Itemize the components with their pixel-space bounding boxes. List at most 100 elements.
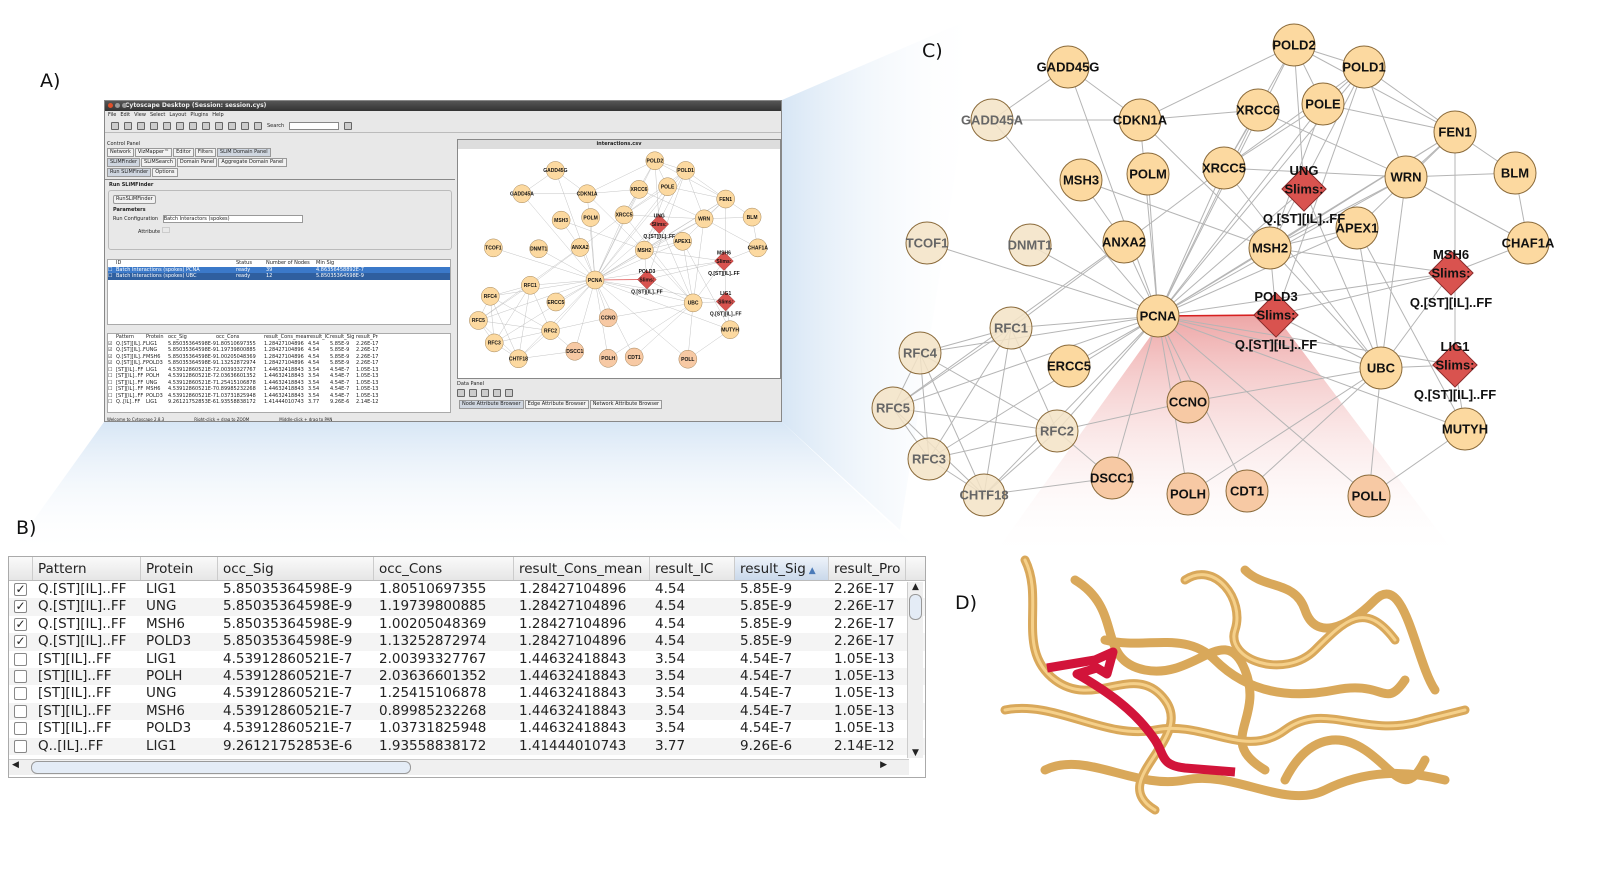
node-rfc3[interactable]: RFC3 <box>485 333 504 353</box>
node-pold2[interactable]: POLD2 <box>1272 23 1316 67</box>
edge-pcna-msh6[interactable] <box>594 260 724 281</box>
node-ercc5[interactable]: ERCC5 <box>546 292 566 312</box>
node-rfc1[interactable]: RFC1 <box>989 306 1033 350</box>
edge-pcna-rfc1[interactable] <box>1010 315 1159 329</box>
node-mutyh[interactable]: MUTYH <box>720 320 739 339</box>
edge-ubc-ccno[interactable] <box>608 302 694 319</box>
node-pole[interactable]: POLE <box>1301 82 1345 126</box>
edge-pcna-gadd45a[interactable] <box>521 193 596 281</box>
edge-apex1-ubc[interactable] <box>682 241 694 303</box>
node-fen1[interactable]: FEN1 <box>716 189 735 209</box>
node-pole[interactable]: POLE <box>658 177 677 196</box>
edge-pcna-polm[interactable] <box>590 217 596 281</box>
node-gadd45a[interactable]: GADD45A <box>961 98 1024 142</box>
node-rfc2[interactable]: RFC2 <box>541 321 560 340</box>
node-rfc5[interactable]: RFC5 <box>469 311 488 330</box>
node-poll[interactable]: POLL <box>1347 474 1391 518</box>
node-dscc1[interactable]: DSCC1 <box>565 342 584 361</box>
node-xrcc6[interactable]: XRCC6 <box>629 180 649 199</box>
node-wrn[interactable]: WRN <box>694 209 714 229</box>
node-ubc[interactable]: UBC <box>683 293 703 313</box>
edge-rfc1-chtf18[interactable] <box>983 327 1012 496</box>
node-ccno[interactable]: CCNO <box>599 308 618 328</box>
node-wrn[interactable]: WRN <box>1384 155 1428 199</box>
edge-pcna-rfc4[interactable] <box>919 315 1159 354</box>
node-xrcc5[interactable]: XRCC5 <box>614 205 634 225</box>
node-rfc3[interactable]: RFC3 <box>907 437 951 481</box>
slim-node-name: POLD3 <box>1254 289 1297 304</box>
node-cdkn1a[interactable]: CDKN1A <box>577 184 598 203</box>
edge-pcna-xrcc5[interactable] <box>594 214 625 281</box>
node-cdt1[interactable]: CDT1 <box>1225 469 1269 513</box>
edge-pcna-xrcc5[interactable] <box>1157 167 1225 317</box>
node-rfc1[interactable]: RFC1 <box>521 276 540 295</box>
node-tcof1[interactable]: TCOF1 <box>484 238 503 258</box>
node-chaf1a[interactable]: CHAF1A <box>748 238 769 258</box>
node-msh3[interactable]: MSH3 <box>1059 158 1103 202</box>
slim-node-lig1[interactable]: LIG1 Slims: Q.[ST][IL]..FF <box>1414 339 1496 402</box>
node-apex1[interactable]: APEX1 <box>673 232 692 251</box>
edge-rfc1-rfc3[interactable] <box>494 285 531 344</box>
node-xrcc6[interactable]: XRCC6 <box>1236 88 1280 132</box>
node-label: POLE <box>661 184 675 190</box>
node-pold2[interactable]: POLD2 <box>645 151 665 170</box>
node-ercc5[interactable]: ERCC5 <box>1047 344 1091 388</box>
node-blm[interactable]: BLM <box>1493 151 1537 195</box>
node-dnmt1[interactable]: DNMT1 <box>529 239 548 258</box>
slim-node-msh6[interactable]: MSH6 Slims: Q.[ST][IL]..FF <box>1410 247 1492 310</box>
edge-pcna-gadd45a[interactable] <box>991 119 1159 317</box>
edge-ubc-cdt1[interactable] <box>1246 367 1382 492</box>
node-gadd45g[interactable]: GADD45G <box>1037 45 1100 89</box>
edge-pcna-rfc4[interactable] <box>490 279 596 297</box>
node-pcna[interactable]: PCNA <box>585 270 605 290</box>
node-ccno[interactable]: CCNO <box>1166 380 1210 424</box>
node-tcof1[interactable]: TCOF1 <box>905 221 949 265</box>
edge-pcna-cdkn1a[interactable] <box>586 193 596 281</box>
node-polm[interactable]: POLM <box>1126 152 1170 196</box>
node-msh2[interactable]: MSH2 <box>635 240 654 260</box>
node-cdkn1a[interactable]: CDKN1A <box>1113 98 1168 142</box>
slim-node-pold3[interactable]: POLD3 Slims: Q.[ST][IL]..FF <box>1235 289 1317 352</box>
node-anxa2[interactable]: ANXA2 <box>570 238 590 257</box>
edge-rfc1-chtf18[interactable] <box>518 285 531 359</box>
edge-rfc5-rfc2[interactable] <box>892 407 1058 432</box>
node-chtf18[interactable]: CHTF18 <box>509 349 528 368</box>
node-msh2[interactable]: MSH2 <box>1248 226 1292 270</box>
node-rfc5[interactable]: RFC5 <box>871 386 915 430</box>
node-mutyh[interactable]: MUTYH <box>1442 407 1488 451</box>
edge-ubc-ccno[interactable] <box>1187 367 1382 403</box>
node-dnmt1[interactable]: DNMT1 <box>1008 223 1053 267</box>
node-poll[interactable]: POLL <box>678 350 698 369</box>
node-polh[interactable]: POLH <box>1166 472 1210 516</box>
node-ubc[interactable]: UBC <box>1359 346 1403 390</box>
edge-pcna-cdkn1a[interactable] <box>1139 119 1159 317</box>
node-cdt1[interactable]: CDT1 <box>624 347 644 367</box>
edge-pcna-msh6[interactable] <box>1157 272 1452 317</box>
slim-motif: Q.[ST][IL]..FF <box>708 271 740 277</box>
slim-node-ung[interactable]: UNG Slims: Q.[ST][IL]..FF <box>643 214 675 240</box>
node-msh3[interactable]: MSH3 <box>551 210 571 230</box>
node-polm[interactable]: POLM <box>581 208 600 227</box>
edge-rfc5-rfc2[interactable] <box>478 320 551 331</box>
node-pcna[interactable]: PCNA <box>1136 294 1180 338</box>
node-fen1[interactable]: FEN1 <box>1433 110 1477 154</box>
slim-node-pold3[interactable]: POLD3 Slims: Q.[ST][IL]..FF <box>631 269 663 295</box>
slim-node-name: LIG1 <box>720 291 731 297</box>
node-blm[interactable]: BLM <box>742 207 762 227</box>
edge-pcna-rfc1[interactable] <box>530 279 596 286</box>
node-rfc4[interactable]: RFC4 <box>898 331 942 375</box>
slim-node-ung[interactable]: UNG Slims: Q.[ST][IL]..FF <box>1263 163 1345 226</box>
node-pold1[interactable]: POLD1 <box>676 161 695 180</box>
slim-label: Slims: <box>716 259 731 265</box>
node-dscc1[interactable]: DSCC1 <box>1090 456 1134 500</box>
node-xrcc5[interactable]: XRCC5 <box>1202 146 1246 190</box>
node-label: RFC3 <box>912 452 946 467</box>
node-chaf1a[interactable]: CHAF1A <box>1502 221 1555 265</box>
node-polh[interactable]: POLH <box>599 349 618 368</box>
node-rfc2[interactable]: RFC2 <box>1035 409 1079 453</box>
edge-ubc-cdt1[interactable] <box>634 302 694 358</box>
node-pold1[interactable]: POLD1 <box>1342 45 1386 89</box>
slim-node-lig1[interactable]: LIG1 Slims: Q.[ST][IL]..FF <box>710 291 742 317</box>
node-anxa2[interactable]: ANXA2 <box>1102 220 1146 264</box>
node-rfc4[interactable]: RFC4 <box>481 287 500 306</box>
